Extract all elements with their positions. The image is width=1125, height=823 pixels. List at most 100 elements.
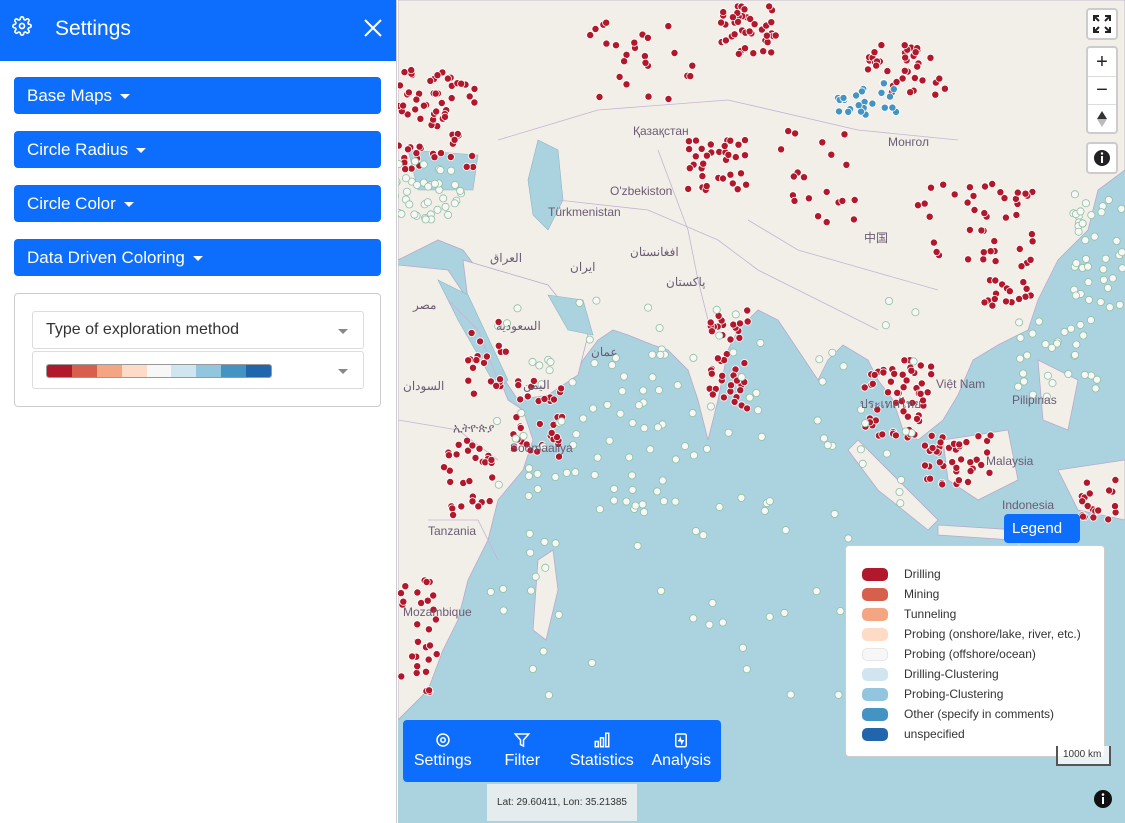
exploration-point[interactable] — [454, 440, 463, 449]
exploration-point[interactable] — [879, 79, 888, 88]
exploration-point[interactable] — [1082, 478, 1091, 487]
exploration-point[interactable] — [854, 101, 863, 110]
exploration-point[interactable] — [737, 493, 746, 502]
exploration-point[interactable] — [401, 165, 410, 174]
exploration-point[interactable] — [1101, 254, 1110, 263]
exploration-point[interactable] — [834, 690, 843, 699]
exploration-point[interactable] — [602, 18, 611, 27]
exploration-point[interactable] — [413, 620, 422, 629]
exploration-point[interactable] — [439, 194, 448, 203]
exploration-point[interactable] — [1070, 190, 1079, 199]
exploration-point[interactable] — [425, 641, 434, 650]
exploration-point[interactable] — [743, 317, 752, 326]
exploration-point[interactable] — [927, 362, 936, 371]
exploration-point[interactable] — [1017, 262, 1026, 271]
exploration-point[interactable] — [456, 186, 465, 195]
exploration-point[interactable] — [646, 445, 655, 454]
exploration-point[interactable] — [1081, 199, 1090, 208]
exploration-point[interactable] — [885, 92, 894, 101]
exploration-point[interactable] — [957, 455, 966, 464]
exploration-point[interactable] — [736, 386, 745, 395]
exploration-point[interactable] — [425, 686, 434, 695]
exploration-point[interactable] — [1118, 248, 1125, 257]
exploration-point[interactable] — [852, 91, 861, 100]
exploration-point[interactable] — [917, 379, 926, 388]
exploration-point[interactable] — [416, 114, 425, 123]
exploration-point[interactable] — [713, 354, 722, 363]
exploration-point[interactable] — [1015, 294, 1024, 303]
exploration-point[interactable] — [643, 33, 652, 42]
exploration-point[interactable] — [707, 327, 716, 336]
exploration-point[interactable] — [738, 643, 747, 652]
exploration-point[interactable] — [901, 53, 910, 62]
exploration-point[interactable] — [1105, 486, 1114, 495]
exploration-point[interactable] — [827, 150, 836, 159]
exploration-point[interactable] — [1013, 188, 1022, 197]
exploration-point[interactable] — [691, 152, 700, 161]
exploration-point[interactable] — [1023, 351, 1032, 360]
exploration-point[interactable] — [431, 89, 440, 98]
exploration-point[interactable] — [920, 199, 929, 208]
exploration-point[interactable] — [752, 388, 761, 397]
exploration-point[interactable] — [909, 357, 918, 366]
exploration-point[interactable] — [436, 166, 445, 175]
exploration-point[interactable] — [731, 310, 740, 319]
exploration-point[interactable] — [407, 66, 416, 75]
exploration-point[interactable] — [850, 195, 859, 204]
exploration-point[interactable] — [1079, 331, 1088, 340]
exploration-point[interactable] — [964, 255, 973, 264]
exploration-point[interactable] — [925, 212, 934, 221]
exploration-point[interactable] — [540, 394, 549, 403]
exploration-point[interactable] — [724, 150, 733, 159]
exploration-point[interactable] — [648, 373, 657, 382]
exploration-point[interactable] — [474, 502, 483, 511]
exploration-point[interactable] — [740, 5, 749, 14]
exploration-point[interactable] — [653, 423, 662, 432]
statistics-button[interactable]: Statistics — [562, 720, 642, 782]
exploration-point[interactable] — [526, 548, 535, 557]
exploration-point[interactable] — [952, 463, 961, 472]
exploration-point[interactable] — [587, 658, 596, 667]
exploration-point[interactable] — [433, 71, 442, 80]
exploration-point[interactable] — [910, 74, 919, 83]
exploration-point[interactable] — [940, 84, 949, 93]
exploration-point[interactable] — [742, 180, 751, 189]
exploration-point[interactable] — [730, 30, 739, 39]
exploration-point[interactable] — [544, 691, 553, 700]
settings-button[interactable]: Settings — [403, 720, 483, 782]
exploration-point[interactable] — [516, 395, 525, 404]
exploration-point[interactable] — [740, 151, 749, 160]
exploration-point[interactable] — [412, 95, 421, 104]
exploration-point[interactable] — [838, 196, 847, 205]
exploration-point[interactable] — [1090, 232, 1099, 241]
exploration-point[interactable] — [557, 417, 566, 426]
exploration-point[interactable] — [702, 444, 711, 453]
exploration-point[interactable] — [412, 149, 421, 158]
exploration-point[interactable] — [494, 341, 503, 350]
exploration-point[interactable] — [702, 182, 711, 191]
exploration-point[interactable] — [447, 166, 456, 175]
exploration-point[interactable] — [901, 427, 910, 436]
exploration-point[interactable] — [1035, 317, 1044, 326]
exploration-point[interactable] — [892, 78, 901, 87]
exploration-point[interactable] — [1067, 324, 1076, 333]
exploration-point[interactable] — [689, 353, 698, 362]
exploration-point[interactable] — [1016, 354, 1025, 363]
exploration-point[interactable] — [1019, 377, 1028, 386]
exploration-point[interactable] — [470, 84, 479, 93]
exploration-point[interactable] — [457, 502, 466, 511]
exploration-point[interactable] — [468, 151, 477, 160]
exploration-point[interactable] — [634, 401, 643, 410]
exploration-point[interactable] — [708, 599, 717, 608]
exploration-point[interactable] — [592, 296, 601, 305]
exploration-point[interactable] — [1078, 497, 1087, 506]
exploration-point[interactable] — [673, 381, 682, 390]
exploration-point[interactable] — [1019, 369, 1028, 378]
exploration-point[interactable] — [680, 442, 689, 451]
exploration-point[interactable] — [842, 160, 851, 169]
exploration-point[interactable] — [1074, 227, 1083, 236]
exploration-point[interactable] — [870, 370, 879, 379]
exploration-point[interactable] — [986, 247, 995, 256]
exploration-point[interactable] — [897, 475, 906, 484]
exploration-point[interactable] — [540, 537, 549, 546]
